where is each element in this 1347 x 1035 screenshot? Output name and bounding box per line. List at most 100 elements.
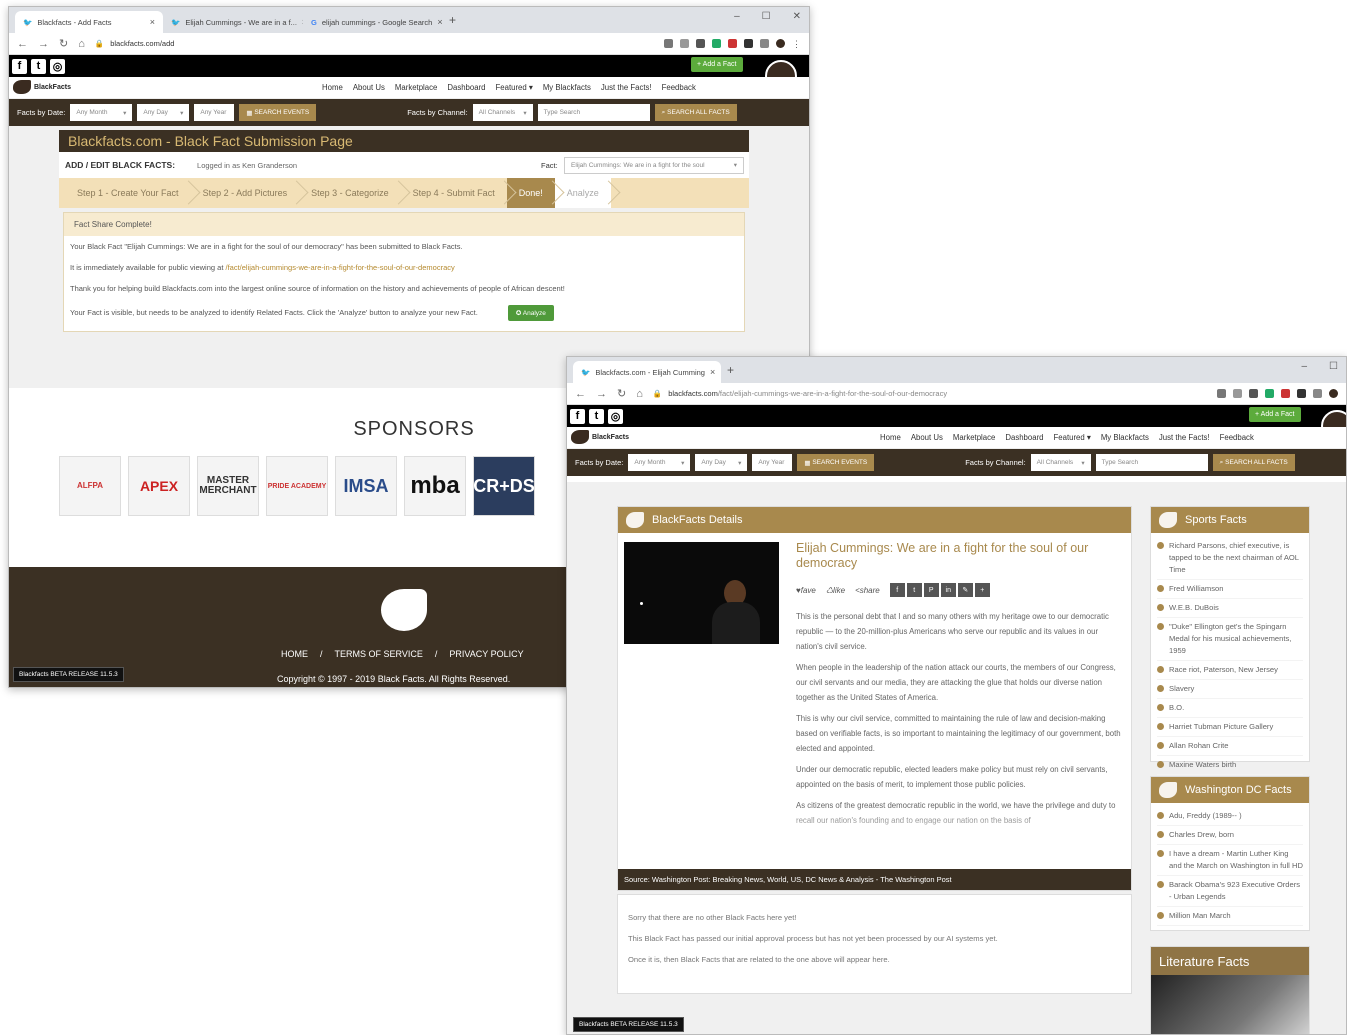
edit-share-icon[interactable]: ✎	[957, 583, 973, 597]
sponsor-mba[interactable]: mba	[404, 456, 466, 516]
profile-icon[interactable]	[776, 39, 785, 48]
twitter-share-icon[interactable]: t	[906, 583, 922, 597]
sponsor-pride-academy[interactable]: PRIDE ACADEMY	[266, 456, 328, 516]
fact-select[interactable]: Elijah Cummings: We are in a fight for t…	[564, 156, 744, 174]
tab-google[interactable]: G elijah cummings - Google Search ×	[303, 11, 443, 33]
menu-icon[interactable]: ⋮	[792, 39, 801, 49]
more-share-icon[interactable]: +	[974, 583, 990, 597]
close-icon[interactable]: ×	[150, 17, 155, 27]
home-icon[interactable]: ⌂	[78, 38, 85, 50]
star-icon[interactable]	[1233, 389, 1242, 398]
day-select[interactable]: Any Day ▾	[695, 454, 748, 471]
extension-icon[interactable]	[760, 39, 769, 48]
logo[interactable]: BlackFacts	[13, 80, 71, 94]
logo[interactable]: BlackFacts	[571, 430, 629, 444]
search-input[interactable]: Type Search	[537, 104, 650, 121]
nav-my-blackfacts[interactable]: My Blackfacts	[543, 83, 591, 92]
twitter-icon[interactable]: t	[589, 408, 604, 424]
like-button[interactable]: ♺like	[826, 586, 845, 595]
year-input[interactable]: Any Year	[752, 454, 793, 471]
add-fact-button[interactable]: + Add a Fact	[1249, 407, 1301, 422]
key-icon[interactable]	[1217, 389, 1226, 398]
step-4[interactable]: Step 4 - Submit Fact	[401, 178, 507, 208]
nav-about[interactable]: About Us	[353, 83, 385, 92]
nav-dashboard[interactable]: Dashboard	[447, 83, 485, 92]
forward-icon[interactable]: →	[38, 38, 49, 50]
nav-home[interactable]: Home	[322, 83, 343, 92]
pinterest-share-icon[interactable]: P	[923, 583, 939, 597]
share-button[interactable]: <share	[855, 586, 880, 595]
nav-dashboard[interactable]: Dashboard	[1005, 433, 1043, 442]
footer-home-link[interactable]: HOME	[281, 649, 308, 659]
tab-elijah[interactable]: 🐦 Elijah Cummings - We are in a f... ×	[163, 11, 303, 33]
nav-just-the-facts[interactable]: Just the Facts!	[601, 83, 652, 92]
analyze-button[interactable]: ✪ Analyze	[507, 305, 554, 321]
extension-icon[interactable]	[712, 39, 721, 48]
sponsor-alfpa[interactable]: ALFPA	[59, 456, 121, 516]
list-item[interactable]: Barack Obama's 923 Executive Orders - Ur…	[1157, 876, 1303, 907]
reload-icon[interactable]: ↻	[59, 37, 68, 50]
linkedin-share-icon[interactable]: in	[940, 583, 956, 597]
extension-icon[interactable]	[1281, 389, 1290, 398]
extension-icon[interactable]	[1297, 389, 1306, 398]
star-icon[interactable]	[680, 39, 689, 48]
extension-icon[interactable]	[1265, 389, 1274, 398]
back-icon[interactable]: ←	[17, 38, 28, 50]
step-1[interactable]: Step 1 - Create Your Fact	[59, 178, 191, 208]
list-item[interactable]: Allan Rohan Crite	[1157, 737, 1303, 756]
nav-feedback[interactable]: Feedback	[662, 83, 696, 92]
instagram-icon[interactable]: ◎	[608, 408, 623, 424]
close-window-icon[interactable]: ✕	[793, 11, 801, 22]
extension-icon[interactable]	[728, 39, 737, 48]
sponsor-apex[interactable]: APEX	[128, 456, 190, 516]
maximize-icon[interactable]: ☐	[762, 11, 771, 22]
instagram-icon[interactable]: ◎	[50, 58, 65, 74]
tab-fact-details[interactable]: 🐦 Blackfacts.com - Elijah Cumming ×	[573, 361, 721, 383]
list-item[interactable]: Maxine Waters birth	[1157, 756, 1303, 775]
sponsor-imsa[interactable]: IMSA	[335, 456, 397, 516]
day-select[interactable]: Any Day ▾	[137, 104, 190, 121]
search-all-facts-button[interactable]: ⌕ SEARCH ALL FACTS	[654, 104, 737, 121]
nav-home[interactable]: Home	[880, 433, 901, 442]
list-item[interactable]: Harriet Tubman Picture Gallery	[1157, 718, 1303, 737]
nav-featured[interactable]: Featured ▾	[1054, 433, 1091, 442]
nav-feedback[interactable]: Feedback	[1220, 433, 1254, 442]
forward-icon[interactable]: →	[596, 388, 607, 400]
year-input[interactable]: Any Year	[194, 104, 235, 121]
footer-terms-link[interactable]: TERMS OF SERVICE	[335, 649, 423, 659]
channel-select[interactable]: All Channels ▾	[472, 104, 533, 121]
minimize-icon[interactable]: –	[1301, 361, 1307, 372]
add-fact-button[interactable]: + Add a Fact	[691, 57, 743, 72]
url-field[interactable]: 🔒 blackfacts.com/add	[95, 39, 654, 48]
extension-icon[interactable]	[1249, 389, 1258, 398]
profile-icon[interactable]	[1329, 389, 1338, 398]
maximize-icon[interactable]: ☐	[1329, 361, 1338, 372]
close-icon[interactable]: ×	[710, 367, 715, 377]
nav-my-blackfacts[interactable]: My Blackfacts	[1101, 433, 1149, 442]
channel-select[interactable]: All Channels ▾	[1030, 454, 1091, 471]
nav-about[interactable]: About Us	[911, 433, 943, 442]
nav-marketplace[interactable]: Marketplace	[395, 83, 437, 92]
extension-icon[interactable]	[744, 39, 753, 48]
new-tab-button[interactable]: +	[721, 363, 740, 377]
list-item[interactable]: Charles Drew, born	[1157, 826, 1303, 845]
fact-link[interactable]: /fact/elijah-cummings-we-are-in-a-fight-…	[226, 263, 455, 272]
footer-privacy-link[interactable]: PRIVACY POLICY	[449, 649, 523, 659]
step-2[interactable]: Step 2 - Add Pictures	[191, 178, 300, 208]
sponsor-crds[interactable]: CR+DS	[473, 456, 535, 516]
list-item[interactable]: Million Man March	[1157, 907, 1303, 926]
url-field[interactable]: 🔒 blackfacts.com/fact/elijah-cummings-we…	[653, 389, 1207, 398]
home-icon[interactable]: ⌂	[636, 388, 643, 400]
key-icon[interactable]	[664, 39, 673, 48]
search-input[interactable]: Type Search	[1095, 454, 1208, 471]
new-tab-button[interactable]: +	[443, 13, 462, 27]
sponsor-master-merchant[interactable]: MASTER MERCHANT	[197, 456, 259, 516]
list-item[interactable]: I have a dream - Martin Luther King and …	[1157, 845, 1303, 876]
back-icon[interactable]: ←	[575, 388, 586, 400]
search-all-facts-button[interactable]: ⌕ SEARCH ALL FACTS	[1212, 454, 1295, 471]
facebook-icon[interactable]: f	[570, 408, 585, 424]
list-item[interactable]: Race riot, Paterson, New Jersey	[1157, 661, 1303, 680]
list-item[interactable]: Slavery	[1157, 680, 1303, 699]
nav-marketplace[interactable]: Marketplace	[953, 433, 995, 442]
search-events-button[interactable]: ▦ SEARCH EVENTS	[797, 454, 875, 471]
